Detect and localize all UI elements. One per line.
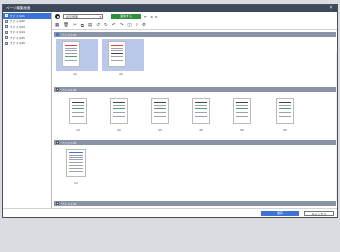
- copy-icon[interactable]: ⧉: [81, 23, 84, 28]
- group-checkbox[interactable]: [56, 202, 59, 205]
- page-thumbnail[interactable]: [69, 98, 87, 124]
- file-icon: [5, 36, 8, 40]
- window-title: ページ編集画面: [6, 6, 31, 10]
- page-workspace: 表示倍率 ▾ 適用する ⇤ ◂ ▸ ▦ 🗑 ✂ ⧉ ▤ ↺ ↻ ↶ ↷ ◫ ▿: [52, 12, 337, 208]
- page-thumbnail[interactable]: [66, 149, 86, 177]
- top-toolbar: 表示倍率 ▾ 適用する ⇤ ◂ ▸: [52, 12, 337, 21]
- redo-icon[interactable]: ↷: [120, 22, 124, 28]
- group-label: ファイル02: [61, 87, 77, 92]
- sidebar-item-label: ファイル04: [9, 30, 25, 35]
- close-icon[interactable]: ×: [328, 6, 334, 11]
- group-label: ファイル01: [61, 32, 77, 37]
- page-thumbnail[interactable]: [233, 98, 251, 124]
- file-icon: [5, 30, 8, 34]
- zoom-select-value: 表示倍率: [66, 15, 79, 19]
- gear-icon[interactable]: [55, 14, 60, 19]
- save-button[interactable]: 保存: [261, 210, 299, 216]
- group-header-file03[interactable]: ファイル03: [54, 140, 336, 145]
- cut-icon[interactable]: ✂: [73, 22, 77, 28]
- page-number: 3/6: [158, 129, 162, 132]
- sidebar-item-label: ファイル02: [9, 19, 25, 24]
- page-number: 1/1: [74, 182, 78, 185]
- rotate-right-icon[interactable]: ↻: [104, 22, 108, 28]
- group-header-file04[interactable]: ファイル04: [54, 201, 336, 206]
- scrollbar[interactable]: [335, 52, 337, 202]
- sidebar-item-file06[interactable]: ファイル06: [3, 41, 51, 47]
- page-number: 1/6: [76, 129, 80, 132]
- page-thumbnail[interactable]: [110, 98, 128, 124]
- group-label: ファイル04: [61, 201, 77, 206]
- file-icon: [5, 25, 8, 29]
- chevron-down-icon: ▾: [99, 15, 101, 19]
- undo-icon[interactable]: ↶: [112, 22, 116, 28]
- group-checkbox[interactable]: [56, 33, 59, 36]
- page-first-icon[interactable]: ⇤: [144, 14, 147, 19]
- cancel-button[interactable]: キャンセル: [304, 210, 334, 216]
- page-number: 5/6: [240, 129, 244, 132]
- rotate-left-icon[interactable]: ↺: [96, 22, 100, 28]
- page-number: 2/2: [119, 73, 123, 76]
- page-number: 6/6: [283, 129, 287, 132]
- group-checkbox[interactable]: [56, 88, 59, 91]
- sidebar-item-label: ファイル01: [9, 13, 25, 18]
- page-number: 1/2: [73, 73, 77, 76]
- sidebar-item-label: ファイル05: [9, 35, 25, 40]
- page-thumbnail[interactable]: [192, 98, 210, 124]
- file-icon: [5, 19, 8, 23]
- settings-icon[interactable]: ⚙: [142, 22, 146, 28]
- file-sidebar: ファイル01 ファイル02 ファイル03 ファイル04 ファイル05 ファイル0…: [3, 12, 52, 208]
- apply-button[interactable]: 適用する: [111, 14, 141, 19]
- page-thumbnail[interactable]: [62, 41, 80, 67]
- group-header-file01[interactable]: ファイル01: [54, 32, 336, 37]
- grid-icon[interactable]: ▦: [55, 22, 59, 28]
- edit-toolbar: ▦ 🗑 ✂ ⧉ ▤ ↺ ↻ ↶ ↷ ◫ ▿ ⚙ ▥: [52, 21, 337, 37]
- file-icon: [5, 14, 8, 18]
- page-thumbnail[interactable]: [276, 98, 294, 124]
- page-edit-window: ページ編集画面 × ファイル01 ファイル02 ファイル03 ファイル04 ファ…: [2, 4, 338, 218]
- title-bar: ページ編集画面 ×: [3, 5, 337, 12]
- zoom-select[interactable]: 表示倍率 ▾: [63, 14, 103, 19]
- sidebar-item-label: ファイル06: [9, 41, 25, 46]
- next-icon[interactable]: ▸: [155, 14, 157, 19]
- file-icon: [5, 41, 8, 45]
- sidebar-item-label: ファイル03: [9, 24, 25, 29]
- window-body: ファイル01 ファイル02 ファイル03 ファイル04 ファイル05 ファイル0…: [3, 12, 337, 208]
- group-label: ファイル03: [61, 140, 77, 145]
- page-number: 4/6: [199, 129, 203, 132]
- page-thumbnail[interactable]: [108, 41, 126, 67]
- dialog-footer: 保存 キャンセル: [3, 208, 337, 217]
- page-thumbnail[interactable]: [151, 98, 169, 124]
- page-number: 2/6: [117, 129, 121, 132]
- prev-icon[interactable]: ◂: [150, 14, 152, 19]
- delete-icon[interactable]: 🗑: [63, 22, 69, 28]
- paste-icon[interactable]: ▤: [88, 22, 92, 28]
- fit-icon[interactable]: ◫: [127, 22, 131, 28]
- filter-icon[interactable]: ▿: [136, 22, 138, 28]
- group-header-file02[interactable]: ファイル02: [54, 87, 336, 92]
- group-checkbox[interactable]: [56, 141, 59, 144]
